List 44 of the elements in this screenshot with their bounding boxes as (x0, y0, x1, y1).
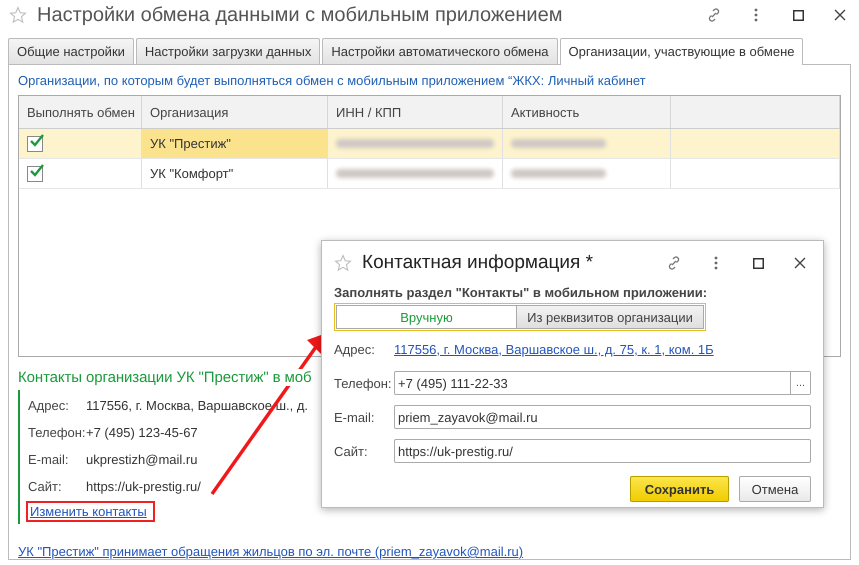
field-label: Телефон: (334, 376, 393, 390)
field-label: Сайт: (28, 479, 63, 494)
edit-contacts-link[interactable]: Изменить контакты (30, 504, 147, 519)
picker-button[interactable]: ... (790, 372, 810, 394)
column-header[interactable]: Выполнять обмен (19, 96, 142, 128)
checkbox[interactable] (27, 166, 43, 182)
field-label: Адрес: (28, 398, 70, 413)
table-row[interactable]: УК "Комфорт" (19, 159, 840, 189)
mode-toggle[interactable]: Из реквизитов организации (517, 305, 704, 329)
mode-label: Заполнять раздел "Контакты" в мобильном приложении: (334, 285, 708, 300)
field-value: ukprestizh@mail.ru (86, 452, 198, 467)
star-icon[interactable] (9, 6, 27, 24)
mode-toggle[interactable]: Вручную (336, 305, 517, 329)
column-header[interactable]: ИНН / КПП (328, 96, 503, 128)
section-caption: Организации, по которым будет выполняться обмен с мобильным приложением “ЖКХ: Личный кабинет (18, 73, 647, 88)
checkbox[interactable] (27, 136, 43, 152)
field-label: Телефон: (28, 425, 86, 440)
field-value: +7 (495) 123-45-67 (86, 425, 198, 440)
column-header[interactable]: Организация (142, 96, 328, 128)
contacts-heading: Контакты организации УК "Престиж" в моб (18, 369, 312, 386)
tab[interactable]: Настройки автоматического обмена (322, 38, 558, 64)
field-label: Адрес: (334, 342, 376, 356)
field-label: E-mail: (334, 410, 376, 424)
tab[interactable]: Общие настройки (8, 38, 134, 64)
column-header[interactable]: Активность (503, 96, 671, 128)
tab[interactable]: Организации, участвующие в обмене (560, 38, 804, 65)
input-text[interactable]: +7 (495) 111-22-33 (395, 372, 790, 394)
address-link[interactable]: 117556, г. Москва, Варшавское ш., д. 75, к. 1, ком. 1Б (394, 342, 714, 356)
tab[interactable]: Настройки загрузки данных (136, 38, 320, 64)
phone-field[interactable]: +7 (495) 111-22-33 ... (394, 371, 811, 395)
save-button[interactable]: Сохранить (630, 476, 729, 502)
field-label: Сайт: (334, 444, 369, 458)
window-title: Настройки обмена данными с мобильным приложением (37, 4, 564, 26)
email-notice-link[interactable]: УК "Престиж" принимает обращения жильцов по эл. почте (priem_zayavok@mail.ru) (18, 544, 524, 559)
field-value: https://uk-prestig.ru/ (86, 479, 201, 494)
input-text[interactable]: https://uk-prestig.ru/ (395, 440, 810, 462)
input-text[interactable]: priem_zayavok@mail.ru (395, 406, 810, 428)
dialog-title: Контактная информация * (362, 252, 594, 274)
table-cell: УК "Комфорт" (142, 159, 328, 188)
star-icon[interactable] (334, 254, 352, 272)
table-row[interactable]: УК "Престиж" (19, 129, 840, 159)
field-label: E-mail: (28, 452, 70, 467)
cancel-button[interactable]: Отмена (739, 476, 811, 502)
table-cell: УК "Престиж" (142, 129, 328, 158)
